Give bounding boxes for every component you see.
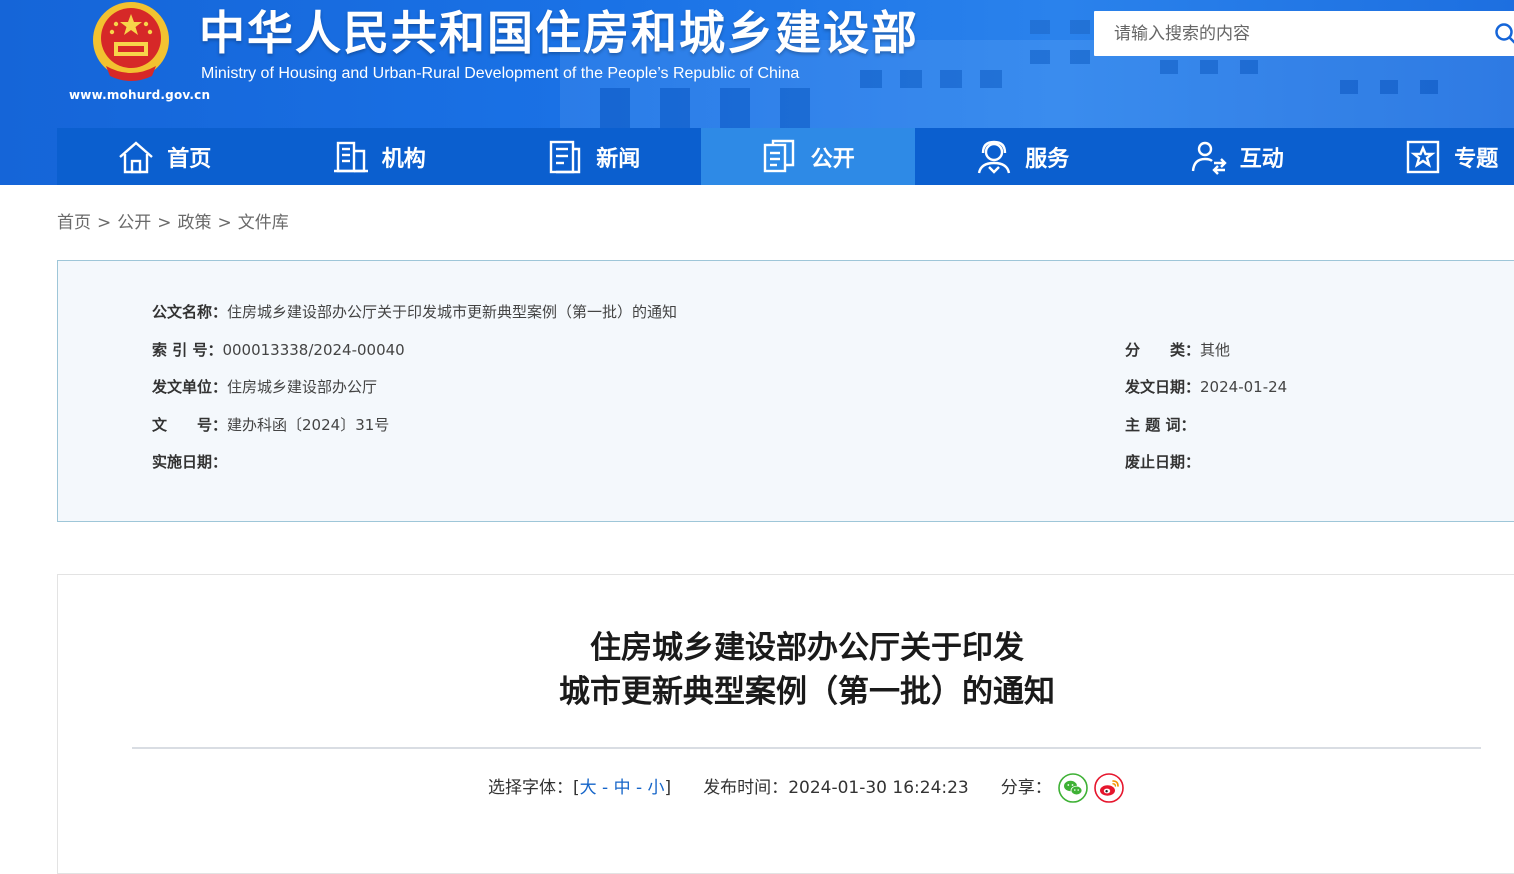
- interaction-icon: [1190, 139, 1228, 175]
- article-info-bar: 选择字体：[大 - 中 - 小] 发布时间：2024-01-30 16:24:2…: [488, 773, 1124, 803]
- site-title: 中华人民共和国住房和城乡建设部: [199, 6, 919, 60]
- article-container: [57, 574, 1514, 874]
- document-metadata-panel: 公文名称：住房城乡建设部办公厅关于印发城市更新典型案例（第一批）的通知 索 引 …: [57, 260, 1514, 522]
- nav-item-interaction[interactable]: 互动: [1130, 128, 1345, 185]
- breadcrumb-separator: >: [97, 213, 111, 233]
- article-title-line-2: 城市更新典型案例（第一批）的通知: [0, 670, 1514, 714]
- breadcrumb: 首页 > 公开 > 政策 > 文件库: [57, 211, 289, 235]
- site-title-english: Ministry of Housing and Urban-Rural Deve…: [201, 64, 799, 84]
- breadcrumb-separator: >: [157, 213, 171, 233]
- nav-item-home[interactable]: 首页: [57, 128, 272, 185]
- nav-item-news[interactable]: 新闻: [486, 128, 701, 185]
- breadcrumb-public[interactable]: 公开: [117, 213, 151, 233]
- weibo-icon: [1094, 773, 1124, 803]
- breadcrumb-separator: >: [218, 213, 232, 233]
- building-icon: [332, 139, 370, 175]
- wechat-share-button[interactable]: [1058, 773, 1088, 803]
- nav-item-public[interactable]: 公开: [701, 128, 916, 185]
- publish-time: 发布时间：2024-01-30 16:24:23: [703, 774, 969, 802]
- newspaper-icon: [546, 139, 584, 175]
- search-input[interactable]: [1094, 11, 1494, 56]
- font-small-link[interactable]: 小: [648, 778, 665, 798]
- document-icon: [761, 139, 799, 175]
- search-box: [1094, 11, 1514, 56]
- breadcrumb-home[interactable]: 首页: [57, 213, 91, 233]
- nav-label: 机构: [382, 141, 426, 173]
- nav-item-topics[interactable]: 专题: [1344, 128, 1514, 185]
- home-icon: [117, 139, 155, 175]
- search-icon[interactable]: [1494, 22, 1514, 46]
- meta-document-number: 文 号：建办科函〔2024〕31号: [152, 415, 389, 435]
- service-icon: [975, 139, 1013, 175]
- font-size-selector: 选择字体：[大 - 中 - 小]: [488, 774, 671, 802]
- nav-label: 首页: [167, 141, 211, 173]
- nav-label: 互动: [1240, 141, 1284, 173]
- font-medium-link[interactable]: 中: [614, 778, 631, 798]
- meta-category: 分 类：其他: [1125, 340, 1230, 360]
- meta-issue-date: 发文日期：2024-01-24: [1125, 377, 1287, 397]
- meta-subject-words: 主 题 词：: [1125, 415, 1195, 435]
- meta-index-number: 索 引 号：000013338/2024-00040: [152, 340, 405, 360]
- meta-expiry-date: 废止日期：: [1125, 452, 1200, 472]
- nav-label: 新闻: [596, 141, 640, 173]
- nav-label: 专题: [1454, 141, 1498, 173]
- article-title-line-1: 住房城乡建设部办公厅关于印发: [0, 626, 1514, 670]
- nav-label: 服务: [1025, 141, 1069, 173]
- main-nav: 首页 机构 新闻 公开 服务 互动: [57, 128, 1514, 185]
- breadcrumb-policy[interactable]: 政策: [178, 213, 212, 233]
- breadcrumb-file-library[interactable]: 文件库: [238, 213, 289, 233]
- title-divider: [132, 747, 1481, 749]
- meta-effective-date: 实施日期：: [152, 452, 227, 472]
- nav-label: 公开: [811, 141, 855, 173]
- article-title: 住房城乡建设部办公厅关于印发 城市更新典型案例（第一批）的通知: [0, 626, 1514, 714]
- nav-item-service[interactable]: 服务: [915, 128, 1130, 185]
- weibo-share-button[interactable]: [1094, 773, 1124, 803]
- share-label: 分享：: [1001, 774, 1052, 802]
- national-emblem-icon: [88, 0, 174, 84]
- wechat-icon: [1058, 773, 1088, 803]
- meta-document-name: 公文名称：住房城乡建设部办公厅关于印发城市更新典型案例（第一批）的通知: [152, 302, 677, 322]
- font-large-link[interactable]: 大: [580, 778, 597, 798]
- nav-item-organization[interactable]: 机构: [272, 128, 487, 185]
- star-icon: [1404, 139, 1442, 175]
- site-url: www.mohurd.gov.cn: [69, 88, 210, 102]
- meta-issuer: 发文单位：住房城乡建设部办公厅: [152, 377, 377, 397]
